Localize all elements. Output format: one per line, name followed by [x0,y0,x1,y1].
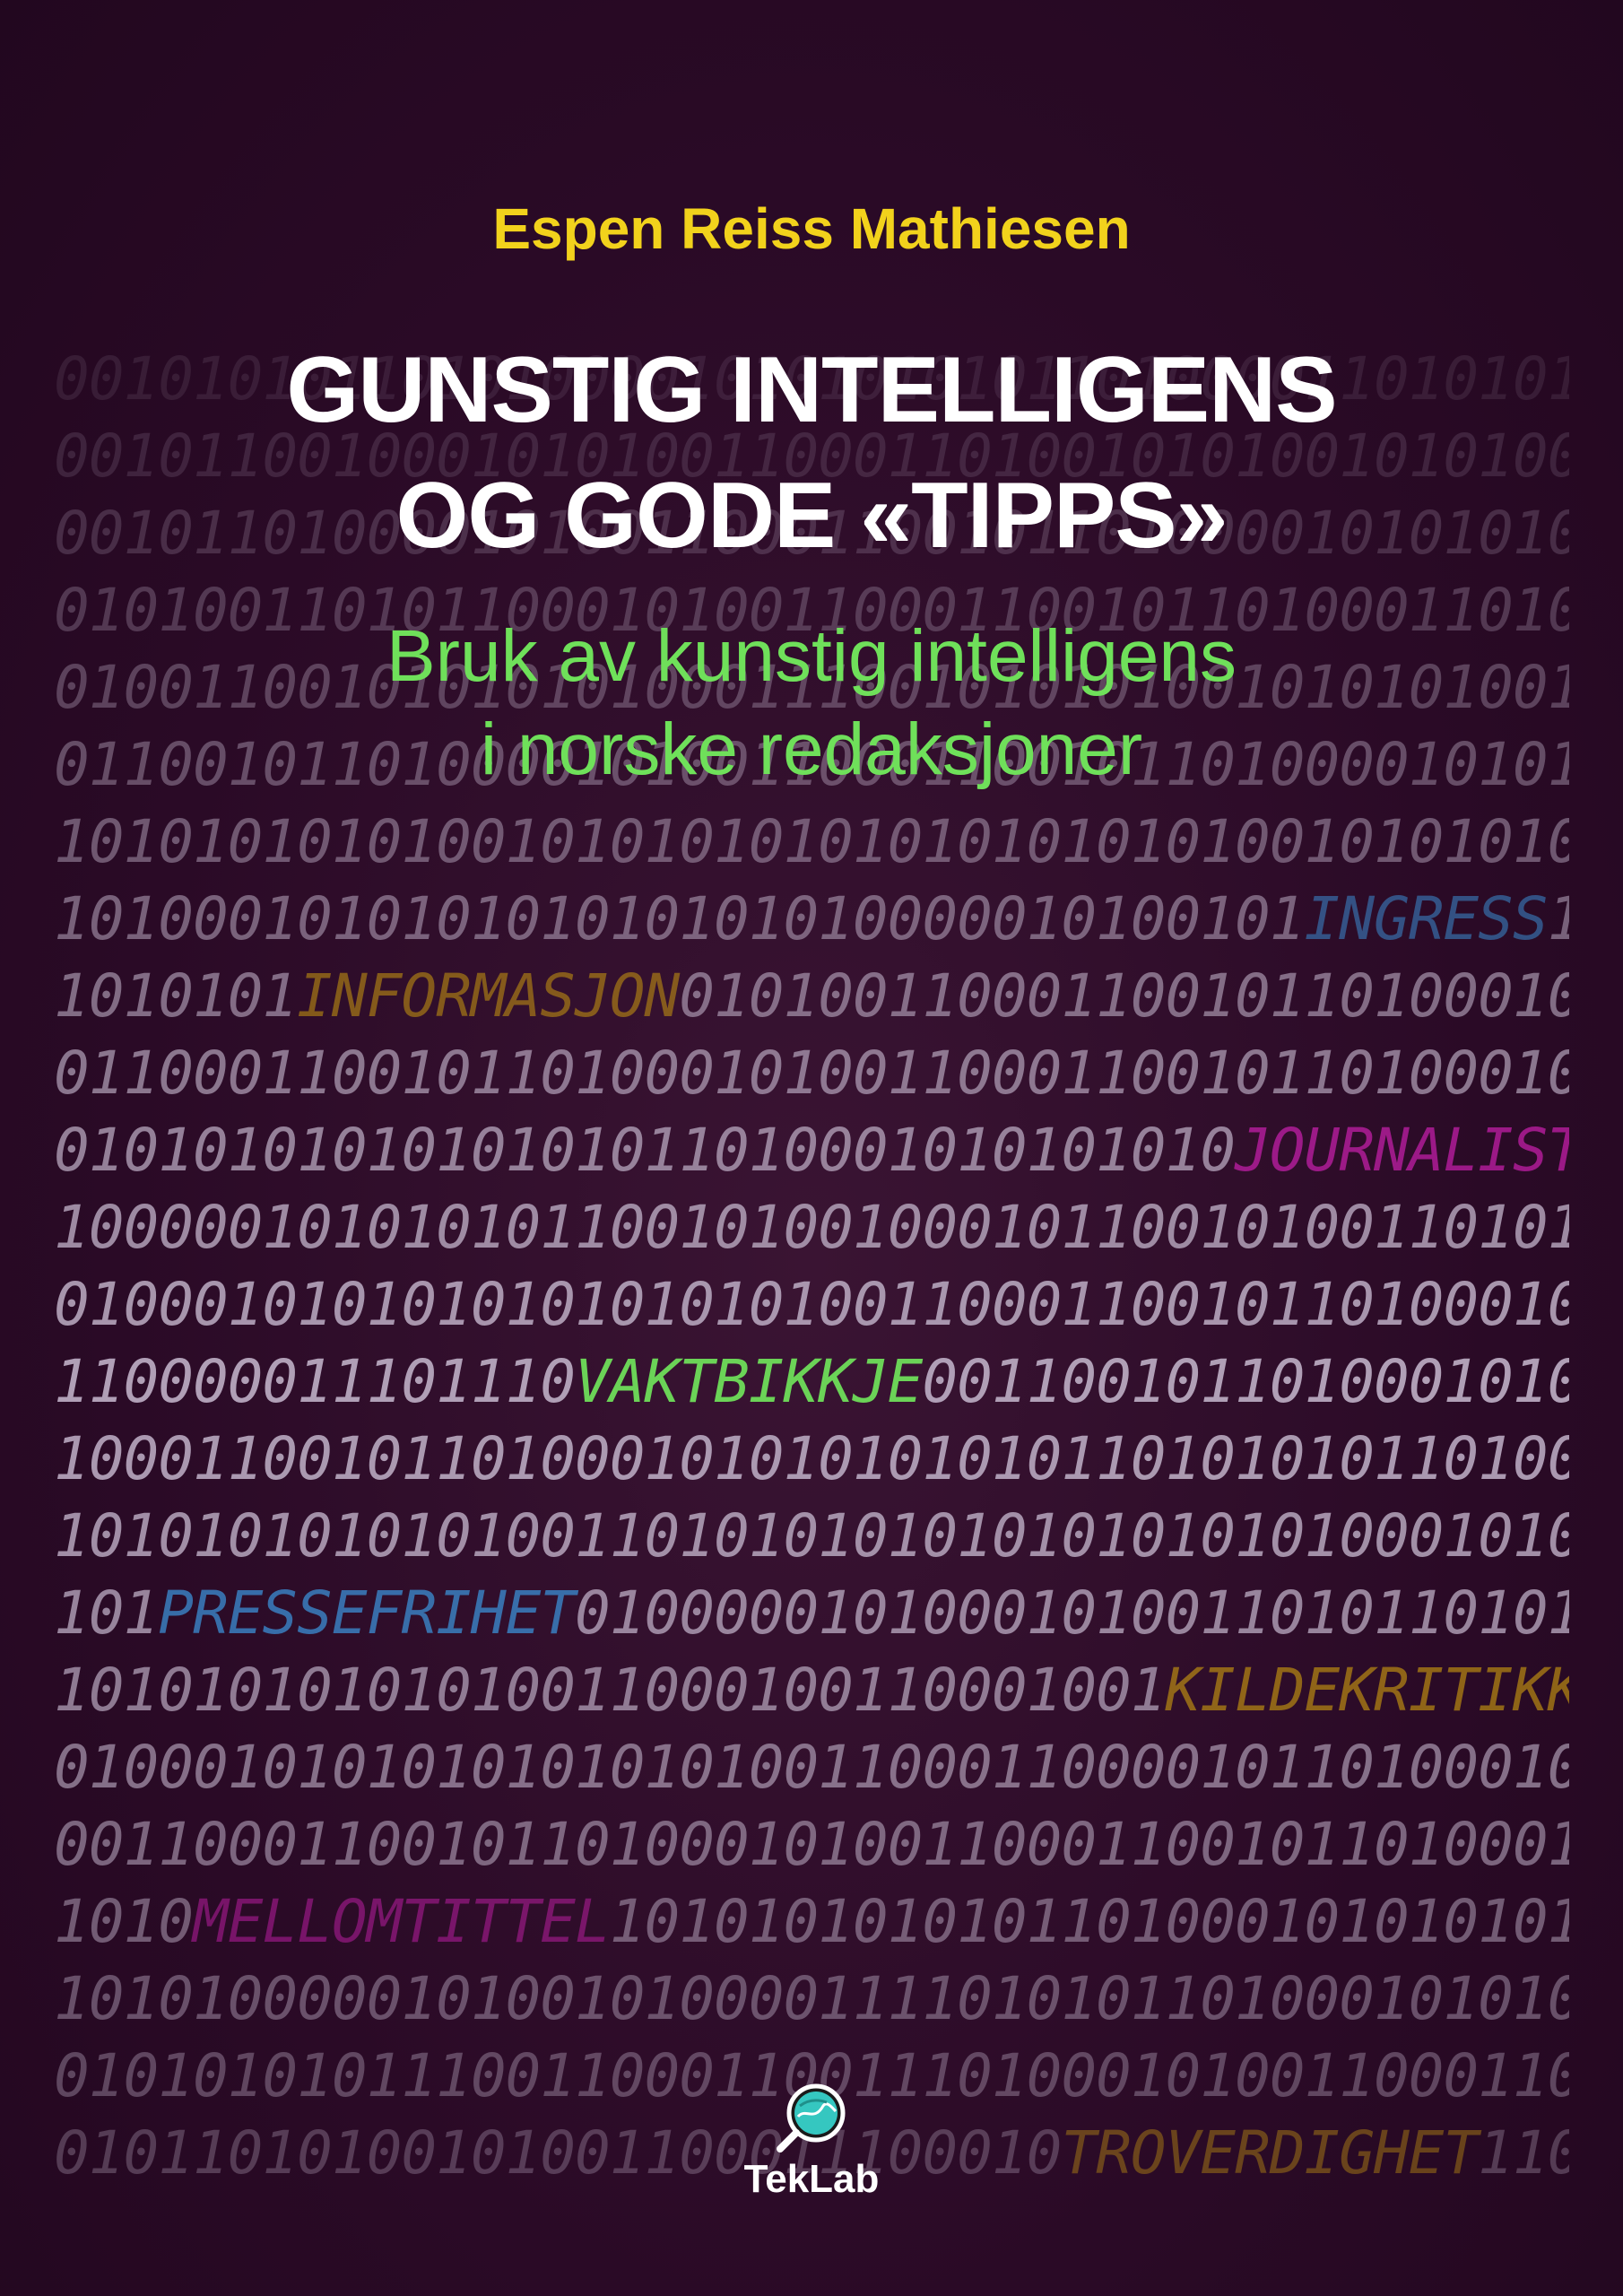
binary-row: 1000001010101011001010010001011001010011… [54,1189,1569,1266]
binary-digits: 1000110010110100010101010101011010101011… [54,1424,1569,1493]
book-cover: 0010101011010100001010101010110100001101… [0,0,1623,2296]
subtitle-line-2: i norske redaksjoner [480,709,1143,790]
author-name: Espen Reiss Mathiesen [492,196,1131,261]
binary-digits: 0101010101010101011010001010101010 [54,1116,1236,1185]
highlighted-word: KILDEKRITIKK [1165,1656,1569,1725]
highlighted-word: PRESSEFRIHET [158,1578,576,1648]
binary-digits: 1010101 [54,961,298,1031]
binary-digits: 1010101010100101010101010101010101001010… [54,807,1569,876]
book-title: GUNSTIG INTELLIGENS OG GODE «TIPPS» [0,327,1623,578]
binary-digits: 110000011101110 [54,1347,576,1416]
binary-digits: 10101010101010011000100110001001 [54,1656,1167,1725]
binary-digits: 010100110001100101101000101010 [679,961,1569,1031]
binary-digits: 11010101 [1478,2118,1569,2187]
binary-digits: 1010101010101101000101010101010 [609,1887,1569,1956]
binary-digits: 101 [54,1578,159,1648]
subtitle-line-1: Bruk av kunstig intelligens [386,615,1237,697]
binary-digits: 0100010101010101010100110001100001011010… [54,1733,1569,1802]
binary-row: 1010100000101001010000111101010110100010… [54,1961,1569,2038]
binary-digits: 1010 [54,1887,194,1956]
binary-digits: 101000101010101010101010000010100101 [54,884,1305,953]
binary-digits: 010000010100010100110101101010100101 [575,1578,1569,1648]
binary-row: 1010101010101001101010101010101010101000… [54,1498,1569,1575]
binary-digits: 0100010101010101010101001100011001011010… [54,1270,1569,1339]
highlighted-word: INGRESS [1304,884,1548,953]
binary-row: 110000011101110VAKTBIKKJE001100101101000… [54,1344,1569,1421]
publisher-name: TekLab [743,2157,880,2201]
highlighted-word: TROVERDIGHET [1061,2118,1479,2187]
highlighted-word: INFORMASJON [297,961,680,1031]
binary-row: 0011000110010110100010100110001100101101… [54,1806,1569,1883]
title-line-1: GUNSTIG INTELLIGENS [286,338,1337,442]
binary-row: 101000101010101010101010000010100101INGR… [54,881,1569,958]
title-line-2: OG GODE «TIPPS» [395,464,1228,568]
binary-digits: 1010101010101001101010101010101010101000… [54,1501,1569,1570]
binary-digits: 0110001100101101000101001100011001011010… [54,1039,1569,1108]
highlighted-word: VAKTBIKKJE [575,1347,923,1416]
binary-digits: 1010100000101001010000111101010110100010… [54,1964,1569,2033]
magnifier-globe-icon [777,2083,846,2152]
binary-digits: 100110 [1548,884,1569,953]
binary-row: 101PRESSEFRIHET0100000101000101001101011… [54,1575,1569,1652]
publisher-logo: TekLab [722,2081,901,2215]
highlighted-word: MELLOMTITTEL [192,1887,611,1956]
binary-digits: 0011000110010110100010100110001100101101… [54,1810,1569,1879]
binary-row: 1000110010110100010101010101011010101011… [54,1421,1569,1498]
binary-digits: 1000001010101011001010010001011001010011… [54,1193,1569,1262]
binary-row: 0100010101010101010101001100011001011010… [54,1266,1569,1344]
binary-row: 0110001100101101000101001100011001011010… [54,1035,1569,1112]
binary-row: 1010101010100101010101010101010101001010… [54,804,1569,881]
binary-row: 0101010101010101011010001010101010JOURNA… [54,1112,1569,1189]
book-subtitle: Bruk av kunstig intelligens i norske red… [0,610,1623,796]
highlighted-word: JOURNALIST [1235,1116,1569,1185]
binary-digits: 00110010110100010100101 [922,1347,1569,1416]
binary-row: 1010101INFORMASJON0101001100011001011010… [54,958,1569,1035]
binary-row: 1010MELLOMTITTEL101010101010110100010101… [54,1883,1569,1961]
binary-digits: 01011010100101001100011100010 [54,2118,1062,2187]
binary-row: 10101010101010011000100110001001KILDEKRI… [54,1652,1569,1729]
binary-row: 0100010101010101010100110001100001011010… [54,1729,1569,1806]
